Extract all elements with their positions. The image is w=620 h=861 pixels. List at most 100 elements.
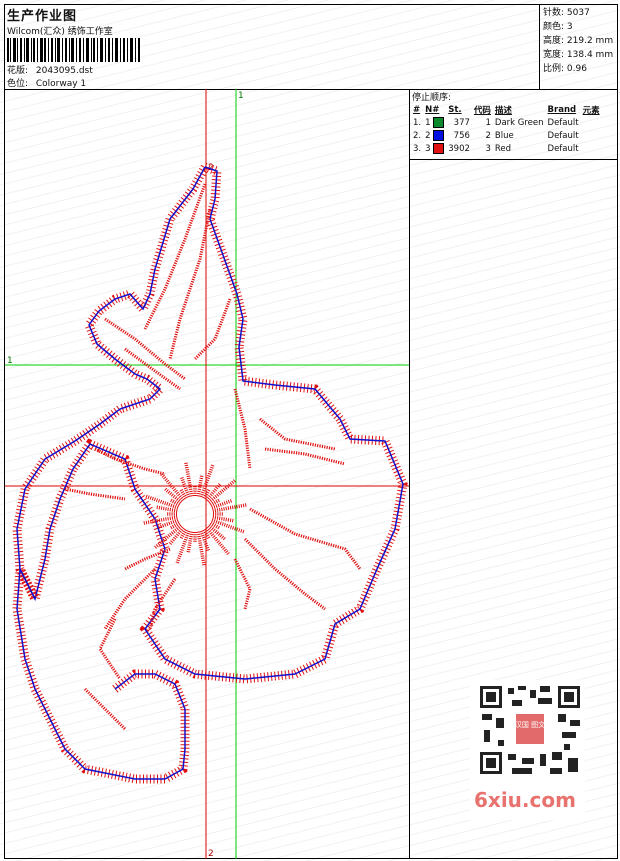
vein-stroke (259, 417, 336, 451)
guide-green-v-label: 1 (238, 91, 244, 101)
design-file-value: 2043095.dst (35, 66, 93, 76)
embroidery-drawing: 1 1 2 2 (5, 89, 409, 859)
stat-width: 宽度: 138.4 mm (543, 48, 614, 62)
stat-value: 5037 (566, 8, 590, 18)
stat-label: 针数: (543, 8, 565, 18)
stat-label: 高度: (543, 36, 565, 46)
guide-green-h-label: 1 (7, 356, 13, 366)
table-row: 1. 1 377 1 Dark Green Default (411, 116, 602, 129)
needle-number: 2 (425, 131, 431, 141)
row-index: 2. (413, 130, 422, 141)
stat-label: 颜色: (543, 22, 565, 32)
stop-sequence-panel: 停止顺序: # N# St. 代码 描述 Brand 元素 1. 1 377 1… (410, 89, 617, 160)
vein-stroke (249, 507, 362, 570)
stat-value: 138.4 mm (566, 50, 614, 60)
stat-colors: 颜色: 3 (543, 20, 614, 34)
row-index: 3. (413, 143, 422, 154)
sheet-header: 生产作业图 Wilcom(汇众) 绣饰工作室 花版: 2043095.dst 色… (5, 5, 617, 90)
stat-stitches: 针数: 5037 (543, 6, 614, 20)
flower-outline (12, 162, 408, 784)
qr-center-label: 汉国 图文 (515, 720, 545, 729)
center-stamen (143, 515, 178, 525)
colorway-label: 色位: (7, 79, 29, 89)
row-element (581, 142, 602, 155)
vein-stroke (64, 487, 126, 501)
stats-panel: 针数: 5037 颜色: 3 高度: 219.2 mm 宽度: 138.4 mm… (539, 5, 617, 89)
col-header: # (413, 104, 421, 115)
guide-red-v-label-bottom: 2 (208, 849, 214, 859)
center-stamen (212, 515, 235, 523)
sheet-title: 生产作业图 (7, 9, 78, 24)
center-stamen (196, 474, 204, 497)
col-header: 代码 (473, 105, 491, 116)
center-stamen (212, 503, 247, 513)
row-element (581, 116, 602, 129)
center-stamen (184, 462, 194, 497)
barcode (7, 38, 140, 62)
stat-value: 219.2 mm (566, 36, 614, 46)
col-header: 元素 (582, 105, 600, 116)
row-description: Dark Green (494, 117, 544, 128)
center-stamen (160, 473, 185, 502)
studio-name: Wilcom(汇众) 绣饰工作室 (7, 27, 113, 37)
design-file-label: 花版: (7, 66, 29, 76)
table-header-row: # N# St. 代码 描述 Brand 元素 (411, 103, 602, 116)
row-needle: 3 (423, 142, 446, 155)
center-stamen (205, 526, 230, 555)
vein-stroke (168, 208, 212, 360)
col-header: Brand (547, 104, 577, 115)
table-row: 3. 3 3902 3 Red Default (411, 142, 602, 155)
center-stamen (207, 479, 236, 504)
row-brand: Default (547, 117, 579, 128)
vein-stroke (243, 537, 326, 611)
row-brand: Default (547, 143, 579, 154)
col-header: N# (425, 104, 440, 115)
center-stamen (211, 498, 234, 510)
design-file-row: 花版: 2043095.dst (7, 63, 93, 76)
petal-veins (64, 183, 362, 731)
color-swatch (433, 130, 445, 141)
color-swatch (433, 117, 445, 128)
stat-height: 高度: 219.2 mm (543, 34, 614, 48)
table-row: 2. 2 756 2 Blue Default (411, 129, 602, 142)
vein-stroke (233, 558, 252, 610)
row-description: Blue (494, 130, 514, 141)
needle-number: 1 (425, 118, 431, 128)
row-code: 2 (485, 130, 491, 141)
qr-code-icon: 汉国 图文 (478, 684, 582, 776)
satin-fringe (12, 552, 190, 784)
flower-center (143, 462, 247, 566)
vein-stroke (193, 298, 232, 361)
row-stitches: 3902 (448, 143, 470, 154)
center-stamen (196, 531, 206, 566)
vein-stroke (98, 618, 122, 680)
stat-value: 0.96 (566, 64, 587, 74)
row-element (581, 129, 602, 142)
row-brand: Default (547, 130, 579, 141)
stat-value: 3 (566, 22, 573, 32)
row-stitches: 756 (453, 130, 470, 141)
row-index: 1. (413, 117, 422, 128)
stop-sequence-table: # N# St. 代码 描述 Brand 元素 1. 1 377 1 Dark … (411, 103, 602, 155)
col-header: 描述 (494, 105, 512, 116)
vein-stroke (264, 447, 346, 466)
design-canvas: 1 1 2 2 (5, 89, 410, 859)
stat-scale: 比例: 0.96 (543, 62, 614, 76)
row-code: 1 (485, 117, 491, 128)
center-stamen (199, 530, 211, 553)
row-stitches: 377 (453, 117, 470, 128)
stop-sequence-caption: 停止顺序: (412, 93, 452, 103)
vein-stroke (103, 567, 157, 630)
satin-fringe (12, 162, 408, 684)
color-swatch (433, 143, 445, 154)
stat-label: 宽度: (543, 50, 565, 60)
center-stamen (155, 505, 178, 513)
row-description: Red (494, 143, 512, 154)
vein-stroke (233, 388, 252, 470)
row-needle: 1 (423, 116, 446, 129)
watermark-text: 6xiu.com (474, 788, 576, 812)
center-stamen (186, 531, 194, 554)
needle-number: 3 (425, 144, 431, 154)
stat-label: 比例: (543, 64, 565, 74)
row-code: 3 (485, 143, 491, 154)
